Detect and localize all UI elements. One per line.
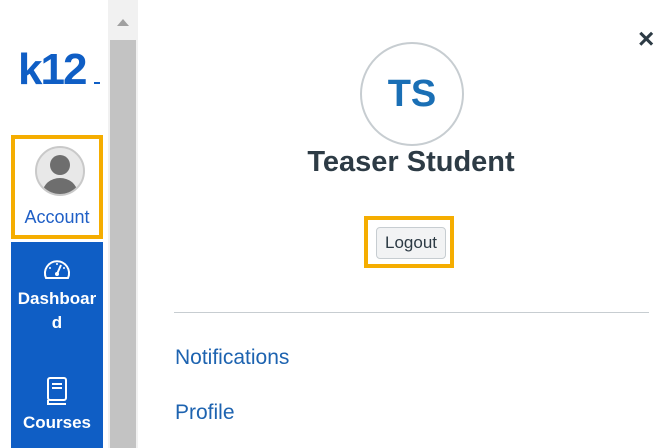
nav-scrollbar[interactable] (108, 0, 138, 448)
nav-item-dashboard-label-1: Dashboar (17, 289, 97, 308)
scroll-thumb[interactable] (110, 40, 136, 448)
logo-text: k12 (18, 45, 86, 92)
nav-item-courses-label: Courses (22, 413, 92, 432)
scroll-up-arrow-icon[interactable] (108, 8, 138, 34)
profile-link[interactable]: Profile (175, 401, 235, 425)
nav-item-courses[interactable]: Courses (11, 376, 103, 435)
account-avatar-icon (35, 146, 85, 196)
nav-menu: Dashboar d Courses (11, 242, 103, 448)
user-name: Teaser Student (307, 146, 515, 178)
nav-item-dashboard[interactable]: Dashboar d (11, 256, 103, 335)
nav-item-dashboard-label-2: d (51, 313, 63, 332)
tray-divider (174, 312, 649, 313)
global-nav: k12 Account Dashboar d Courses (0, 0, 108, 448)
user-avatar: TS (360, 42, 464, 146)
dashboard-icon (44, 260, 70, 279)
logout-highlight: Logout (364, 216, 454, 268)
notifications-link[interactable]: Notifications (175, 346, 289, 370)
account-label: Account (24, 207, 90, 227)
courses-icon (47, 377, 67, 405)
close-tray-button[interactable]: × (638, 24, 659, 54)
logout-button[interactable]: Logout (376, 227, 446, 259)
account-nav-item[interactable]: Account (11, 135, 103, 239)
user-initials: TS (387, 72, 437, 115)
k12-logo[interactable]: k12 (18, 44, 104, 92)
